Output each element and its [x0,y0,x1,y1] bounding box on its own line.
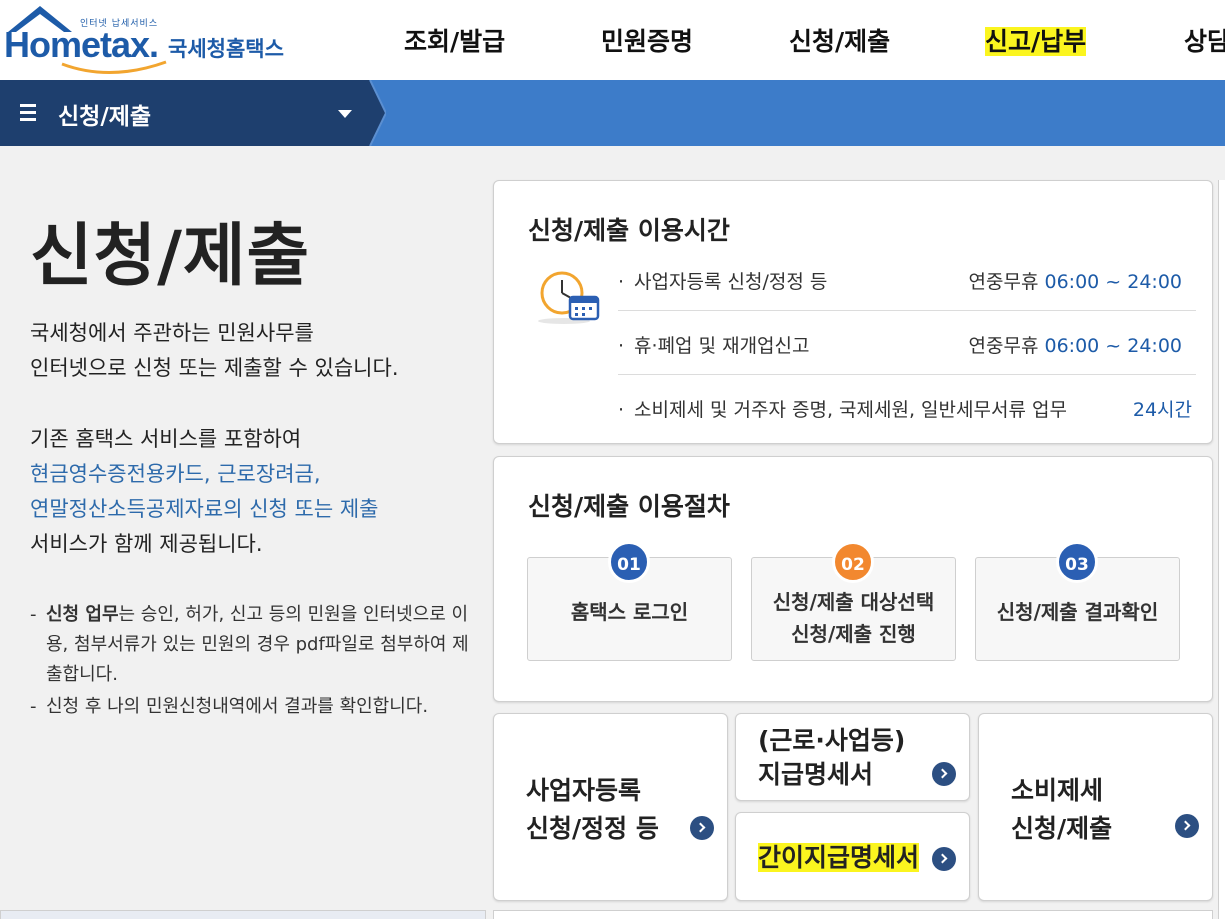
payment-statement-tile[interactable]: (근로·사업등) 지급명세서 [735,713,970,801]
intro-line: 기존 홈택스 서비스를 포함하여 [30,427,302,451]
arrow-right-icon [1175,814,1199,838]
clock-calendar-icon [538,271,600,324]
intro-paragraph-2: 기존 홈택스 서비스를 포함하여 현금영수증전용카드, 근로장려금, 연말정산소… [30,422,378,562]
note-text: 신청 후 나의 민원신청내역에서 결과를 확인합니다. [46,696,429,717]
tile-label: 소비제세 신청/제출 [1011,776,1113,843]
step-select-target[interactable]: 02 신청/제출 대상선택 신청/제출 진행 [751,541,956,661]
hours-time: 06:00 ~ 24:00 [1044,335,1182,357]
location-bar: 신청/제출 [0,80,1225,146]
tile-label: (근로·사업등) 지급명세서 [758,726,906,789]
procedure-card: 신청/제출 이용절차 01 홈택스 로그인 02 신청/제출 대상선택 신청/제… [493,456,1213,702]
hours-row-label: 휴·폐업 및 재개업신고 [618,331,809,358]
step-check-result[interactable]: 03 신청/제출 결과확인 [975,541,1180,661]
logo-korean-name: 국세청홈택스 [168,37,284,61]
intro-highlight-line: 현금영수증전용카드, 근로장려금, [30,462,321,486]
gnb-item-lookup[interactable]: 조회/발급 [404,24,505,60]
step-number-badge: 03 [1056,541,1098,583]
hours-row: 휴·폐업 및 재개업신고 연중무휴 06:00 ~ 24:00 [618,311,1196,375]
gnb-item-certificates[interactable]: 민원증명 [601,24,693,60]
right-card-edge [1218,180,1225,919]
hours-row-value: 연중무휴 06:00 ~ 24:00 [969,267,1182,294]
note-bold-term: 신청 업무 [46,604,119,625]
card-title: 신청/제출 이용시간 [528,216,730,245]
hours-row-label: 소비제세 및 거주자 증명, 국제세원, 일반세무서류 업무 [618,395,1067,422]
note-item: 신청 후 나의 민원신청내역에서 결과를 확인합니다. [30,692,480,722]
arrow-right-icon [932,847,956,871]
chevron-down-icon[interactable] [338,110,352,118]
step-label: 홈택스 로그인 [570,600,689,624]
hours-prefix: 연중무휴 [968,335,1045,357]
service-hours-card: 신청/제출 이용시간 사업자등록 신청/정정 등 연중무휴 06:00 ~ 24… [493,180,1213,444]
step-login[interactable]: 01 홈택스 로그인 [527,541,732,661]
step-label: 신청/제출 대상선택 신청/제출 진행 [772,590,935,646]
note-item: 신청 업무는 승인, 허가, 신고 등의 민원을 인터넷으로 이용, 첨부서류가… [30,600,480,690]
top-header: 인터넷 납세서비스 Hometax. 국세청홈택스 조회/발급 민원증명 신청/… [0,0,1225,80]
intro-line: 서비스가 함께 제공됩니다. [30,532,263,556]
hours-row-label: 사업자등록 신청/정정 등 [618,267,827,294]
intro-notes: 신청 업무는 승인, 허가, 신고 등의 민원을 인터넷으로 이용, 첨부서류가… [30,600,480,724]
hours-row: 사업자등록 신청/정정 등 연중무휴 06:00 ~ 24:00 [618,247,1196,311]
tile-label: 간이지급명세서 [758,839,920,877]
hours-time: 24시간 [1132,399,1192,421]
step-label: 신청/제출 결과확인 [996,600,1159,624]
intro-line: 국세청에서 주관하는 민원사무를 [30,321,314,345]
gnb-item-report-pay[interactable]: 신고/납부 [985,24,1087,60]
current-category-label: 신청/제출 [58,104,152,130]
step-number-badge: 02 [832,541,874,583]
page-title: 신청/제출 [30,217,311,296]
hours-prefix: 연중무휴 [968,271,1045,293]
hours-row-value: 연중무휴 06:00 ~ 24:00 [969,331,1182,358]
simple-payment-statement-tile[interactable]: 간이지급명세서 [735,812,970,901]
tile-label: 사업자등록 신청/정정 등 [526,776,659,843]
hours-row-value: 24시간 [1133,395,1192,422]
gnb-item-consult[interactable]: 상담 [1184,24,1225,60]
hours-time: 06:00 ~ 24:00 [1044,271,1182,293]
card-title: 신청/제출 이용절차 [528,492,730,521]
bottom-panel-edge [0,910,486,919]
step-number-badge: 01 [608,541,650,583]
category-selector[interactable]: 신청/제출 [0,80,386,146]
consumption-tax-tile[interactable]: 소비제세 신청/제출 [978,713,1213,901]
hours-row: 소비제세 및 거주자 증명, 국제세원, 일반세무서류 업무 24시간 [618,375,1196,439]
intro-highlight-line: 연말정산소득공제자료의 신청 또는 제출 [30,497,379,521]
hometax-logo[interactable]: 인터넷 납세서비스 Hometax. 국세청홈택스 [0,2,300,78]
business-registration-tile[interactable]: 사업자등록 신청/정정 등 [493,713,728,901]
bottom-card-edge [493,910,1213,919]
intro-line: 인터넷으로 신청 또는 제출할 수 있습니다. [30,356,399,380]
gnb-item-apply-submit[interactable]: 신청/제출 [789,24,890,60]
arrow-right-icon [690,816,714,840]
hamburger-menu-icon[interactable] [20,104,38,122]
tile-highlight-text: 간이지급명세서 [758,843,920,872]
arrow-right-icon [932,762,956,786]
intro-paragraph-1: 국세청에서 주관하는 민원사무를 인터넷으로 신청 또는 제출할 수 있습니다. [30,316,399,386]
logo-swoosh-icon [61,60,167,75]
